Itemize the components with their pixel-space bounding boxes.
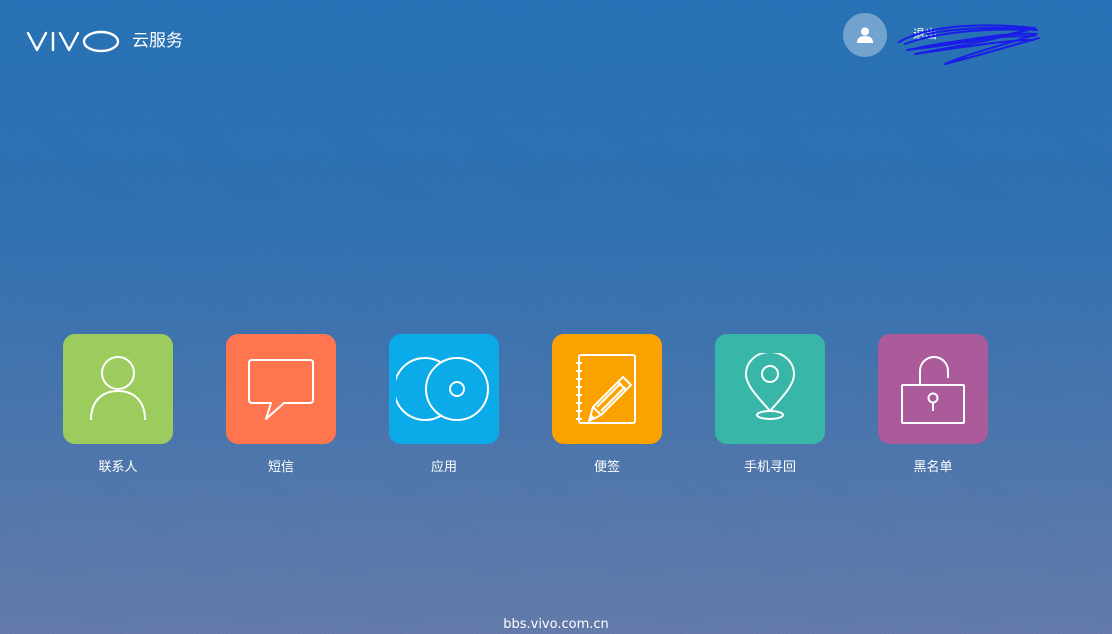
tile-notes-label: 便签 bbox=[593, 460, 620, 475]
user-name[interactable]: 退出 bbox=[898, 20, 1041, 65]
notepad-icon bbox=[576, 354, 636, 424]
tile-blacklist[interactable]: 黑名单 bbox=[878, 334, 988, 476]
tile-contacts-box[interactable] bbox=[63, 334, 173, 444]
unlock-icon bbox=[901, 356, 965, 424]
brand-subtitle: 云服务 bbox=[132, 31, 183, 51]
footer-watermark: bbs.vivo.com.cn bbox=[503, 617, 609, 632]
vivo-logo bbox=[26, 30, 120, 53]
tile-find-phone-box[interactable] bbox=[715, 334, 825, 444]
tile-contacts-label: 联系人 bbox=[98, 460, 138, 475]
tile-apps-box[interactable] bbox=[389, 334, 499, 444]
header: 云服务 退出 bbox=[0, 0, 1112, 84]
redaction-scribble bbox=[898, 23, 1040, 65]
message-icon bbox=[248, 359, 314, 420]
tile-find-phone-label: 手机寻回 bbox=[743, 460, 796, 475]
tile-messages-box[interactable] bbox=[226, 334, 336, 444]
tile-contacts[interactable]: 联系人 bbox=[63, 334, 173, 476]
tile-blacklist-label: 黑名单 bbox=[913, 460, 953, 475]
tile-apps-label: 应用 bbox=[430, 460, 457, 475]
app-tiles: 联系人 短信 应用 便签 手机寻回 黑名单 bbox=[63, 334, 1043, 484]
tile-messages[interactable]: 短信 bbox=[226, 334, 336, 476]
tile-messages-label: 短信 bbox=[267, 460, 294, 475]
brand[interactable]: 云服务 bbox=[26, 26, 183, 56]
apps-disc-icon bbox=[396, 357, 489, 421]
tile-blacklist-box[interactable] bbox=[878, 334, 988, 444]
tile-find-phone[interactable]: 手机寻回 bbox=[715, 334, 825, 476]
user-icon bbox=[857, 27, 873, 43]
avatar[interactable] bbox=[843, 12, 887, 57]
tile-notes[interactable]: 便签 bbox=[552, 334, 662, 476]
user-menu[interactable]: 退出 bbox=[843, 12, 1041, 65]
location-pin-icon bbox=[745, 353, 795, 420]
contacts-icon bbox=[90, 356, 146, 421]
tile-notes-box[interactable] bbox=[552, 334, 662, 444]
tile-apps[interactable]: 应用 bbox=[389, 334, 499, 476]
